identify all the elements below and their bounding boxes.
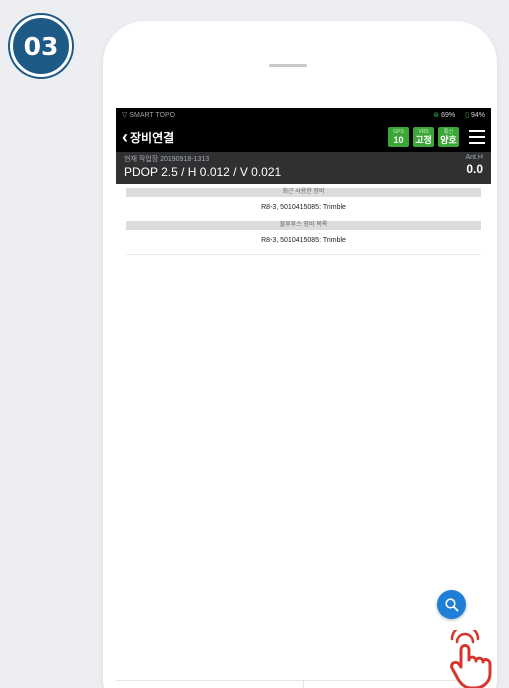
back-chevron-icon[interactable]: ‹ [122,127,128,148]
recent-devices-header: 최근 사용한 장비 [126,188,481,197]
list-divider [126,254,481,255]
bottom-action-bar: 닫기 연결 [116,680,491,688]
wifi-icon: ⊜ [433,112,440,119]
gps-status-chip: GPS 10 [388,127,409,147]
work-site-label: 현재 작업장 20190918-1313 [124,156,210,163]
bluetooth-devices-header: 블루투스 장비 목록 [126,221,481,230]
precision-readout: PDOP 2.5 / H 0.012 / V 0.021 [124,165,282,179]
close-button[interactable]: 닫기 [116,681,303,688]
status-bar: ▽ SMART TOPO ⊜ 69% ▯ 94% [116,108,491,122]
precision-info-bar: 현재 작업장 20190918-1313 PDOP 2.5 / H 0.012 … [116,152,491,184]
recent-device-item[interactable]: R8-3, 5010415085: Trimble [116,197,491,221]
bluetooth-device-item[interactable]: R8-3, 5010415085: Trimble [116,230,491,254]
battery-icon: ▯ [465,112,469,119]
vrs-status-chip: VRS 고정 [413,127,434,147]
carrier-label: ▽ SMART TOPO [122,112,176,119]
antenna-height-label: Ant.H [465,154,483,161]
search-icon [444,597,458,611]
tap-hand-pointer-icon [450,630,492,688]
app-header: ‹ 장비연결 GPS 10 VRS 고정 통신 양호 [116,122,491,152]
page-title: 장비연결 [130,130,175,145]
device-list: 최근 사용한 장비 R8-3, 5010415085: Trimble 블루투스… [116,184,491,684]
wifi-status: ⊜ 69% [433,112,456,119]
phone-screen: ▽ SMART TOPO ⊜ 69% ▯ 94% ‹ 장비연결 GPS 10 VRS… [116,108,491,688]
comm-status-chip: 통신 양호 [438,127,459,147]
hamburger-menu-icon[interactable] [469,130,485,144]
phone-speaker [269,64,307,67]
antenna-height-value: 0.0 [466,162,483,176]
step-number-badge: 03 [10,15,72,77]
search-devices-button[interactable] [437,590,466,619]
battery-status: ▯ 94% [465,112,485,119]
